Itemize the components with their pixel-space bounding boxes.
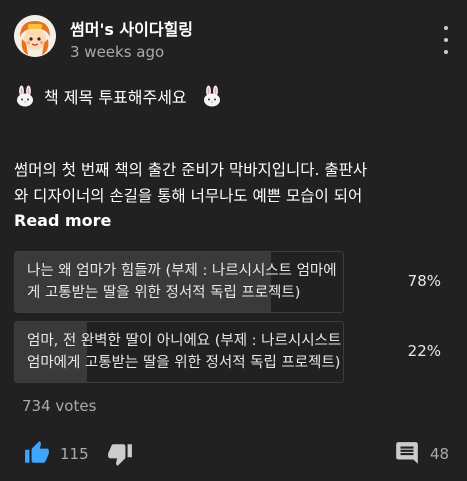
post-timestamp: 3 weeks ago: [70, 43, 165, 61]
post-body-line: 썸머의 첫 번째 책의 출간 준비가 막바지입니다. 출판사: [14, 161, 368, 179]
read-more-button[interactable]: Read more: [14, 211, 111, 230]
poll-vote-count: 734 votes: [22, 397, 97, 415]
poll-option-percent: 22%: [407, 342, 441, 360]
bunny-emoji-icon: [203, 85, 220, 107]
avatar[interactable]: [14, 15, 56, 57]
poll-option-1[interactable]: 나는 왜 엄마가 힘들까 (부제 : 나르시시스트 엄마에 게 고통받는 딸을 …: [14, 251, 451, 313]
poll-option-2[interactable]: 엄마, 전 완벽한 딸이 아니에요 (부제 : 나르시시스트 엄마에게 고통받는…: [14, 321, 451, 383]
post-title-text: 책 제목 투표해주세요: [44, 88, 187, 107]
avatar-illustration: [14, 15, 56, 57]
poll-option-text: 엄마, 전 완벽한 딸이 아니에요 (부제 : 나르시시스트 엄마에게 고통받는…: [27, 330, 387, 374]
comment-count: 48: [430, 445, 450, 463]
poll-option-text: 나는 왜 엄마가 힘들까 (부제 : 나르시시스트 엄마에 게 고통받는 딸을 …: [27, 260, 387, 304]
channel-name[interactable]: 썸머's 사이다힐링: [70, 16, 193, 40]
more-vert-icon[interactable]: [434, 26, 458, 54]
post-body: 썸머의 첫 번째 책의 출간 준비가 막바지입니다. 출판사 와 디자이너의 손…: [14, 157, 459, 209]
post-body-line: 와 디자이너의 손길을 통해 너무나도 예쁜 모습이 되어: [14, 187, 363, 205]
comment-icon[interactable]: [394, 440, 420, 466]
poll-option-line: 게 고통받는 딸을 위한 정서적 독립 프로젝트): [27, 285, 301, 301]
poll-option-percent: 78%: [407, 272, 441, 290]
thumb-up-icon[interactable]: [24, 440, 50, 466]
poll-option-line: 엄마에게 고통받는 딸을 위한 정서적 독립 프로젝트): [27, 355, 341, 371]
poll-option-line: 나는 왜 엄마가 힘들까 (부제 : 나르시시스트 엄마에: [27, 263, 337, 279]
poll-option-line: 엄마, 전 완벽한 딸이 아니에요 (부제 : 나르시시스트: [27, 333, 342, 349]
post-title: 책 제목 투표해주세요: [14, 84, 223, 108]
like-count: 115: [60, 445, 89, 463]
bunny-emoji-icon: [17, 85, 33, 107]
thumb-down-icon[interactable]: [107, 441, 133, 467]
